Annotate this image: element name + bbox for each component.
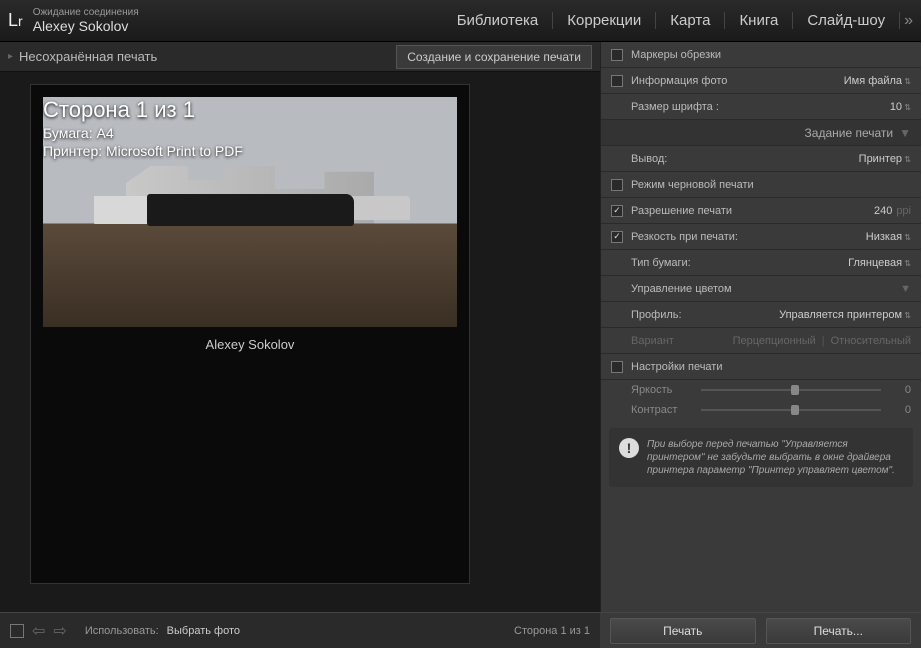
user-block: Ожидание соединения Alexey Sokolov bbox=[33, 7, 443, 34]
page-indicator: Сторона 1 из 1 bbox=[514, 625, 590, 637]
paper-type-dropdown[interactable]: Глянцевая bbox=[848, 257, 911, 269]
info-box: ! При выборе перед печатью "Управляется … bbox=[609, 428, 913, 487]
brightness-label: Яркость bbox=[631, 384, 691, 396]
brightness-value: 0 bbox=[891, 384, 911, 396]
preset-title: Несохранённая печать bbox=[19, 49, 396, 64]
profile-row: Профиль: Управляется принтером bbox=[601, 302, 921, 328]
resolution-label: Разрешение печати bbox=[631, 205, 874, 217]
variant-perceptual: Перцепционный bbox=[733, 335, 816, 347]
font-size-label: Размер шрифта : bbox=[611, 101, 890, 113]
brightness-slider[interactable] bbox=[701, 389, 881, 391]
page-counter: Сторона 1 из 1 bbox=[43, 97, 243, 123]
variant-label: Вариант bbox=[611, 335, 674, 347]
output-dropdown[interactable]: Принтер bbox=[859, 153, 911, 165]
contrast-row: Контраст 0 bbox=[601, 400, 921, 420]
top-nav: Библиотека Коррекции Карта Книга Слайд-ш… bbox=[443, 12, 913, 30]
page-overlay: Сторона 1 из 1 Бумага: A4 Принтер: Micro… bbox=[43, 97, 243, 159]
sharpen-row: Резкость при печати: Низкая bbox=[601, 224, 921, 250]
photo-info-dropdown[interactable]: Имя файла bbox=[844, 75, 911, 87]
print-button[interactable]: Печать bbox=[610, 618, 756, 644]
print-settings-label: Настройки печати bbox=[631, 361, 911, 373]
crop-markers-row: Маркеры обрезки bbox=[601, 42, 921, 68]
select-checkbox[interactable] bbox=[10, 624, 24, 638]
brightness-row: Яркость 0 bbox=[601, 380, 921, 400]
print-job-header[interactable]: Задание печати ▼ bbox=[601, 120, 921, 146]
use-label: Использовать: bbox=[85, 625, 159, 637]
photo-info-checkbox[interactable] bbox=[611, 75, 623, 87]
resolution-unit: ppi bbox=[896, 205, 911, 217]
font-size-row: Размер шрифта : 10 bbox=[601, 94, 921, 120]
photo-caption: Alexey Sokolov bbox=[43, 337, 457, 352]
use-dropdown[interactable]: Выбрать фото bbox=[167, 625, 240, 637]
nav-develop[interactable]: Коррекции bbox=[553, 12, 656, 29]
output-row: Вывод: Принтер bbox=[601, 146, 921, 172]
color-mgmt-row[interactable]: Управление цветом ▼ bbox=[601, 276, 921, 302]
collapse-icon: ▼ bbox=[900, 283, 911, 295]
nav-book[interactable]: Книга bbox=[725, 12, 793, 29]
connection-status: Ожидание соединения bbox=[33, 7, 443, 18]
app-header: Lr Ожидание соединения Alexey Sokolov Би… bbox=[0, 0, 921, 42]
nav-library[interactable]: Библиотека bbox=[443, 12, 554, 29]
nav-map[interactable]: Карта bbox=[656, 12, 725, 29]
prev-arrow-icon[interactable]: ⇦ bbox=[32, 621, 45, 641]
contrast-slider[interactable] bbox=[701, 409, 881, 411]
font-size-value[interactable]: 10 bbox=[890, 101, 911, 113]
info-text: При выборе перед печатью "Управляется пр… bbox=[647, 438, 903, 477]
paper-type-label: Тип бумаги: bbox=[611, 257, 848, 269]
preview-page: Сторона 1 из 1 Бумага: A4 Принтер: Micro… bbox=[30, 84, 470, 584]
print-settings-checkbox[interactable] bbox=[611, 361, 623, 373]
sharpen-dropdown[interactable]: Низкая bbox=[866, 231, 911, 243]
info-icon: ! bbox=[619, 438, 639, 458]
collapse-icon: ▼ bbox=[899, 126, 911, 140]
create-save-button[interactable]: Создание и сохранение печати bbox=[396, 45, 592, 69]
crop-markers-label: Маркеры обрезки bbox=[631, 49, 911, 61]
resolution-checkbox[interactable] bbox=[611, 205, 623, 217]
resolution-row: Разрешение печати 240 ppi bbox=[601, 198, 921, 224]
color-mgmt-label: Управление цветом bbox=[611, 283, 894, 295]
sharpen-checkbox[interactable] bbox=[611, 231, 623, 243]
variant-row: Вариант Перцепционный | Относительный bbox=[601, 328, 921, 354]
paper-label: Бумага: A4 bbox=[43, 125, 243, 141]
paper-type-row: Тип бумаги: Глянцевая bbox=[601, 250, 921, 276]
contrast-label: Контраст bbox=[631, 404, 691, 416]
left-pane: ▸ Несохранённая печать Создание и сохран… bbox=[0, 42, 600, 612]
app-logo: Lr bbox=[8, 10, 23, 31]
user-name: Alexey Sokolov bbox=[33, 18, 443, 34]
print-dialog-button[interactable]: Печать... bbox=[766, 618, 912, 644]
variant-relative: Относительный bbox=[831, 335, 911, 347]
next-arrow-icon[interactable]: ⇨ bbox=[53, 621, 66, 641]
sub-toolbar: ▸ Несохранённая печать Создание и сохран… bbox=[0, 42, 600, 72]
draft-row: Режим черновой печати bbox=[601, 172, 921, 198]
draft-label: Режим черновой печати bbox=[631, 179, 911, 191]
footer-right: Печать Печать... bbox=[600, 613, 921, 648]
printer-label: Принтер: Microsoft Print to PDF bbox=[43, 143, 243, 159]
footer-left: ⇦ ⇨ Использовать: Выбрать фото Сторона 1… bbox=[0, 613, 600, 648]
photo-info-row: Информация фото Имя файла bbox=[601, 68, 921, 94]
nav-more-icon[interactable]: » bbox=[900, 12, 913, 30]
crop-markers-checkbox[interactable] bbox=[611, 49, 623, 61]
nav-slideshow[interactable]: Слайд-шоу bbox=[793, 12, 900, 29]
print-settings-row: Настройки печати bbox=[601, 354, 921, 380]
resolution-value[interactable]: 240 bbox=[874, 205, 892, 217]
footer: ⇦ ⇨ Использовать: Выбрать фото Сторона 1… bbox=[0, 612, 921, 648]
profile-label: Профиль: bbox=[611, 309, 779, 321]
main-area: ▸ Несохранённая печать Создание и сохран… bbox=[0, 42, 921, 612]
draft-checkbox[interactable] bbox=[611, 179, 623, 191]
print-job-title: Задание печати bbox=[805, 126, 894, 140]
photo-info-label: Информация фото bbox=[631, 75, 844, 87]
triangle-icon: ▸ bbox=[8, 51, 13, 62]
profile-dropdown[interactable]: Управляется принтером bbox=[779, 309, 911, 321]
sharpen-label: Резкость при печати: bbox=[631, 231, 866, 243]
contrast-value: 0 bbox=[891, 404, 911, 416]
output-label: Вывод: bbox=[611, 153, 859, 165]
right-panel: Маркеры обрезки Информация фото Имя файл… bbox=[600, 42, 921, 612]
print-preview: Сторона 1 из 1 Бумага: A4 Принтер: Micro… bbox=[0, 72, 600, 612]
